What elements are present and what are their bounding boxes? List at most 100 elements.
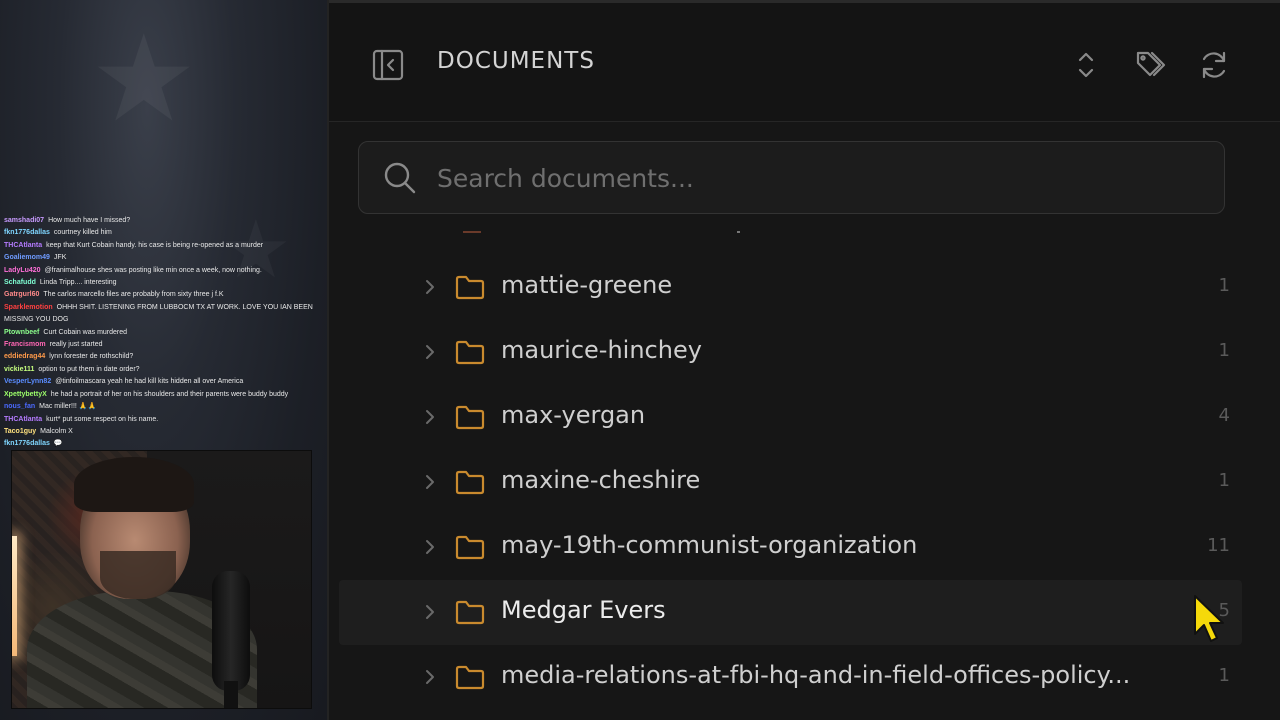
chat-message: Goaliemom49 JFK — [4, 252, 316, 264]
folder-row[interactable]: maurice-hinchey 1 — [339, 320, 1242, 385]
folder-name: may-19th-communist-organization — [501, 531, 918, 559]
folder-icon — [455, 339, 485, 365]
chat-message: LadyLu420 @franimalhouse shes was posting… — [4, 265, 316, 277]
chat-text: JFK — [53, 254, 67, 262]
chevron-right-icon[interactable] — [423, 408, 437, 426]
chat-text: courtney killed him — [53, 229, 112, 237]
folder-row[interactable]: max-yergan 4 — [339, 385, 1242, 450]
chat-message: XpettybettyX he had a portrait of her on … — [4, 389, 316, 401]
chat-username: samshadi07 — [4, 217, 45, 224]
chevron-right-icon[interactable] — [423, 473, 437, 491]
microphone-stand — [224, 681, 238, 708]
chat-message: eddiedrag44 lynn forester de rothschild? — [4, 351, 316, 363]
document-count: 1 — [1218, 340, 1230, 361]
chat-username: fkn1776dallas — [4, 440, 50, 448]
document-count: 11 — [1207, 535, 1230, 556]
folder-name: maurice-hinchey — [501, 336, 702, 364]
document-count: 1 — [1218, 470, 1230, 491]
folder-name: media-relations-at-fbi-hq-and-in-field-o… — [501, 661, 1131, 689]
chat-text: keep that Kurt Cobain handy. his case is… — [46, 241, 264, 249]
page-title: DOCUMENTS — [437, 48, 595, 74]
partially-hidden-row — [457, 231, 747, 235]
chat-text: How much have I missed? — [48, 217, 131, 224]
chevron-right-icon[interactable] — [423, 603, 437, 621]
lamp-light — [12, 536, 17, 656]
chat-text: kurt* put some respect on his name. — [46, 415, 159, 423]
chat-username: XpettybettyX — [4, 390, 47, 398]
folder-row[interactable]: mattie-greene 1 — [339, 255, 1242, 320]
search-icon — [383, 161, 417, 195]
chat-text: 💬 — [53, 440, 63, 448]
chat-username: VesperLynn82 — [4, 378, 52, 386]
chat-message: samshadi07 How much have I missed? — [4, 215, 316, 227]
folder-icon — [455, 599, 485, 625]
stream-overlay: ★ ★ samshadi07How much have I missed?fkn… — [0, 0, 327, 720]
chat-username: eddiedrag44 — [4, 353, 46, 361]
document-count: 1 — [1218, 665, 1230, 686]
webcam-feed — [11, 450, 312, 709]
chat-text: he had a portrait of her on his shoulder… — [50, 390, 289, 398]
folder-row[interactable]: maxine-cheshire 1 — [339, 450, 1242, 515]
chat-message: Taco1guy Malcolm X — [4, 426, 316, 438]
chat-text: option to put them in date order? — [38, 365, 140, 373]
search-input[interactable] — [437, 156, 1197, 200]
chat-message: fkn1776dallas 💬 — [4, 438, 316, 450]
chat-message: Ptownbeef Curt Cobain was murdered — [4, 327, 316, 339]
chat-message: THCAtlanta keep that Kurt Cobain handy. h… — [4, 240, 316, 252]
chat-username: Schafudd — [4, 279, 36, 287]
chevron-right-icon[interactable] — [423, 668, 437, 686]
chat-text: The carlos marcello files are probably f… — [43, 291, 224, 299]
chat-text: @franimalhouse shes was posting like min… — [44, 266, 262, 274]
chat-text: Mac miller!!! 🙏🙏 — [39, 403, 97, 411]
refresh-icon[interactable] — [1197, 47, 1231, 83]
chat-username: fkn1776dallas — [4, 229, 50, 237]
folder-row[interactable]: Medgar Evers 5 — [339, 580, 1242, 645]
folder-row[interactable]: may-19th-communist-organization 11 — [339, 515, 1242, 580]
chat-log: samshadi07 How much have I missed? fkn1776… — [4, 215, 316, 451]
folder-name: maxine-cheshire — [501, 466, 701, 494]
chat-username: Ptownbeef — [4, 328, 40, 336]
streamer-beard — [100, 551, 176, 599]
chat-message: THCAtlanta kurt* put some respect on his … — [4, 414, 316, 426]
chevron-right-icon[interactable] — [423, 278, 437, 296]
chat-text: Malcolm X — [40, 427, 73, 435]
documents-panel: DOCUMENTS Search documents... mattie-gre… — [327, 0, 1280, 720]
sidebar-collapse-icon[interactable] — [371, 47, 405, 83]
chat-username: Taco1guy — [4, 427, 37, 435]
chat-message: Schafudd Linda Tripp.... interesting — [4, 277, 316, 289]
mouse-cursor-icon — [1192, 594, 1228, 646]
chevron-right-icon[interactable] — [423, 538, 437, 556]
search-bar[interactable] — [358, 141, 1225, 214]
folder-tree: mattie-greene 1 maurice-hinchey 1 max-yergan… — [329, 225, 1280, 720]
chat-username: THCAtlanta — [4, 241, 43, 249]
folder-icon — [455, 664, 485, 690]
background-star-decoration: ★ — [90, 10, 198, 149]
documents-header: DOCUMENTS — [329, 0, 1280, 122]
chat-message: VesperLynn82 @tinfoilmascara yeah he had … — [4, 376, 316, 388]
folder-icon — [455, 274, 485, 300]
sort-updown-icon[interactable] — [1069, 47, 1103, 83]
folder-icon — [455, 534, 485, 560]
chat-username: Gatrgurl60 — [4, 291, 40, 299]
folder-icon — [455, 404, 485, 430]
tags-icon[interactable] — [1134, 47, 1168, 83]
document-count: 4 — [1218, 405, 1230, 426]
chat-message: Francismom really just started — [4, 339, 316, 351]
chevron-right-icon[interactable] — [423, 343, 437, 361]
chat-message: Gatrgurl60 The carlos marcello files are … — [4, 289, 316, 301]
chat-username: vickie111 — [4, 365, 35, 373]
document-count: 1 — [1218, 275, 1230, 296]
chat-username: nous_fan — [4, 403, 36, 411]
chat-username: LadyLu420 — [4, 266, 41, 274]
chat-text: Linda Tripp.... interesting — [39, 279, 117, 287]
microphone — [212, 571, 250, 691]
streamer-hair — [74, 457, 194, 512]
folder-icon — [455, 469, 485, 495]
chat-username: Sparklemotion — [4, 303, 53, 311]
folder-row[interactable]: media-relations-at-fbi-hq-and-in-field-o… — [339, 645, 1242, 710]
folder-name: Medgar Evers — [501, 596, 666, 624]
chat-message: nous_fan Mac miller!!! 🙏🙏 — [4, 401, 316, 413]
folder-name: mattie-greene — [501, 271, 673, 299]
chat-text: lynn forester de rothschild? — [49, 353, 134, 361]
chat-message: vickie111 option to put them in date orde… — [4, 364, 316, 376]
